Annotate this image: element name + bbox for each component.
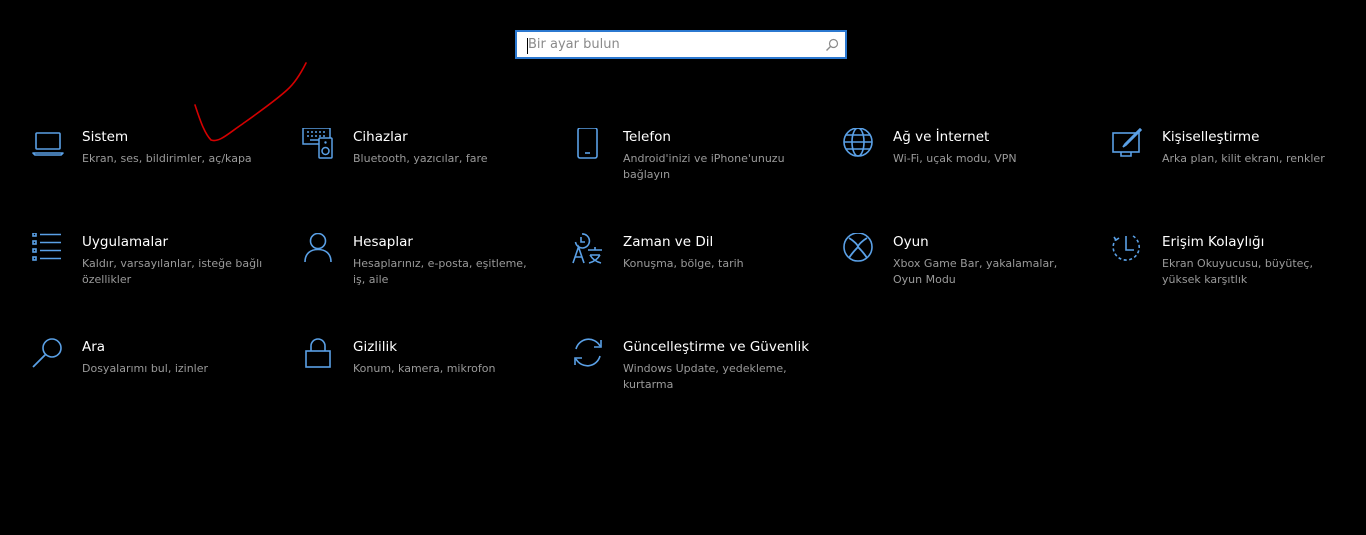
- tile-title: Güncelleştirme ve Güvenlik: [623, 339, 810, 355]
- tile-zaman-ve-dil[interactable]: Zaman ve Dil Konuşma, bölge, tarih: [572, 233, 817, 313]
- tile-description: Ekran, ses, bildirimler, aç/kapa: [82, 152, 252, 165]
- search-icon: [32, 338, 62, 368]
- tile-description: Xbox Game Bar, yakalamalar, Oyun Modu: [893, 257, 1058, 286]
- tile-gizlilik[interactable]: Gizlilik Konum, kamera, mikrofon: [302, 338, 547, 418]
- tile-guncellestirme-ve-guvenlik[interactable]: Güncelleştirme ve Güvenlik Windows Updat…: [572, 338, 817, 418]
- tile-description: Arka plan, kilit ekranı, renkler: [1162, 152, 1325, 165]
- time-language-icon: [572, 233, 602, 264]
- tile-description: Konuşma, bölge, tarih: [623, 257, 744, 270]
- tile-description: Dosyalarımı bul, izinler: [82, 362, 209, 375]
- tile-hesaplar[interactable]: Hesaplar Hesaplarınız, e-posta, eşitleme…: [302, 233, 547, 313]
- search-icon[interactable]: [825, 38, 839, 52]
- search-input[interactable]: Bir ayar bulun: [515, 30, 847, 59]
- search-placeholder: Bir ayar bulun: [528, 37, 620, 52]
- phone-icon: [577, 128, 598, 159]
- tile-uygulamalar[interactable]: Uygulamalar Kaldır, varsayılanlar, isteğ…: [31, 233, 276, 313]
- laptop-icon: [32, 132, 64, 156]
- sync-icon: [574, 338, 602, 367]
- tile-title: Ara: [82, 339, 106, 355]
- tile-title: Uygulamalar: [82, 234, 169, 250]
- tile-title: Ağ ve İnternet: [893, 129, 990, 145]
- ease-of-access-icon: [1112, 235, 1140, 261]
- tile-cihazlar[interactable]: Cihazlar Bluetooth, yazıcılar, fare: [302, 128, 547, 208]
- tile-title: Erişim Kolaylığı: [1162, 234, 1265, 250]
- apps-list-icon: [32, 233, 61, 261]
- globe-icon: [843, 128, 873, 157]
- devices-icon: [302, 128, 333, 159]
- tile-title: Kişiselleştirme: [1162, 129, 1260, 145]
- tile-telefon[interactable]: Telefon Android'inizi ve iPhone'unuzu ba…: [572, 128, 817, 208]
- tile-title: Hesaplar: [353, 234, 413, 250]
- lock-icon: [305, 338, 331, 368]
- person-icon: [304, 233, 332, 263]
- tile-title: Gizlilik: [353, 339, 398, 355]
- tile-ara[interactable]: Ara Dosyalarımı bul, izinler: [31, 338, 276, 418]
- tile-sistem[interactable]: Sistem Ekran, ses, bildirimler, aç/kapa: [31, 128, 276, 208]
- tile-title: Sistem: [82, 129, 129, 145]
- settings-home: Bir ayar bulun Sistem Ekran, ses, bildir…: [0, 0, 1366, 535]
- tile-description: Kaldır, varsayılanlar, isteğe bağlı özel…: [82, 257, 263, 286]
- tile-description: Ekran Okuyucusu, büyüteç, yüksek karşıtl…: [1162, 257, 1313, 286]
- tile-kisisellestirme[interactable]: Kişiselleştirme Arka plan, kilit ekranı,…: [1111, 128, 1356, 208]
- tile-description: Windows Update, yedekleme, kurtarma: [623, 362, 787, 391]
- tile-title: Oyun: [893, 234, 929, 250]
- tile-description: Android'inizi ve iPhone'unuzu bağlayın: [623, 152, 785, 181]
- tile-title: Cihazlar: [353, 129, 408, 145]
- tile-description: Wi-Fi, uçak modu, VPN: [893, 152, 1017, 165]
- tile-title: Telefon: [623, 129, 671, 145]
- tile-ag-ve-internet[interactable]: Ağ ve İnternet Wi-Fi, uçak modu, VPN: [842, 128, 1087, 208]
- tile-description: Konum, kamera, mikrofon: [353, 362, 496, 375]
- tile-description: Bluetooth, yazıcılar, fare: [353, 152, 488, 165]
- tile-erisim-kolayligi[interactable]: Erişim Kolaylığı Ekran Okuyucusu, büyüte…: [1111, 233, 1356, 313]
- xbox-icon: [843, 233, 873, 262]
- tile-oyun[interactable]: Oyun Xbox Game Bar, yakalamalar, Oyun Mo…: [842, 233, 1087, 313]
- tile-title: Zaman ve Dil: [623, 234, 714, 250]
- personalization-icon: [1112, 128, 1143, 157]
- tile-description: Hesaplarınız, e-posta, eşitleme, iş, ail…: [353, 257, 527, 286]
